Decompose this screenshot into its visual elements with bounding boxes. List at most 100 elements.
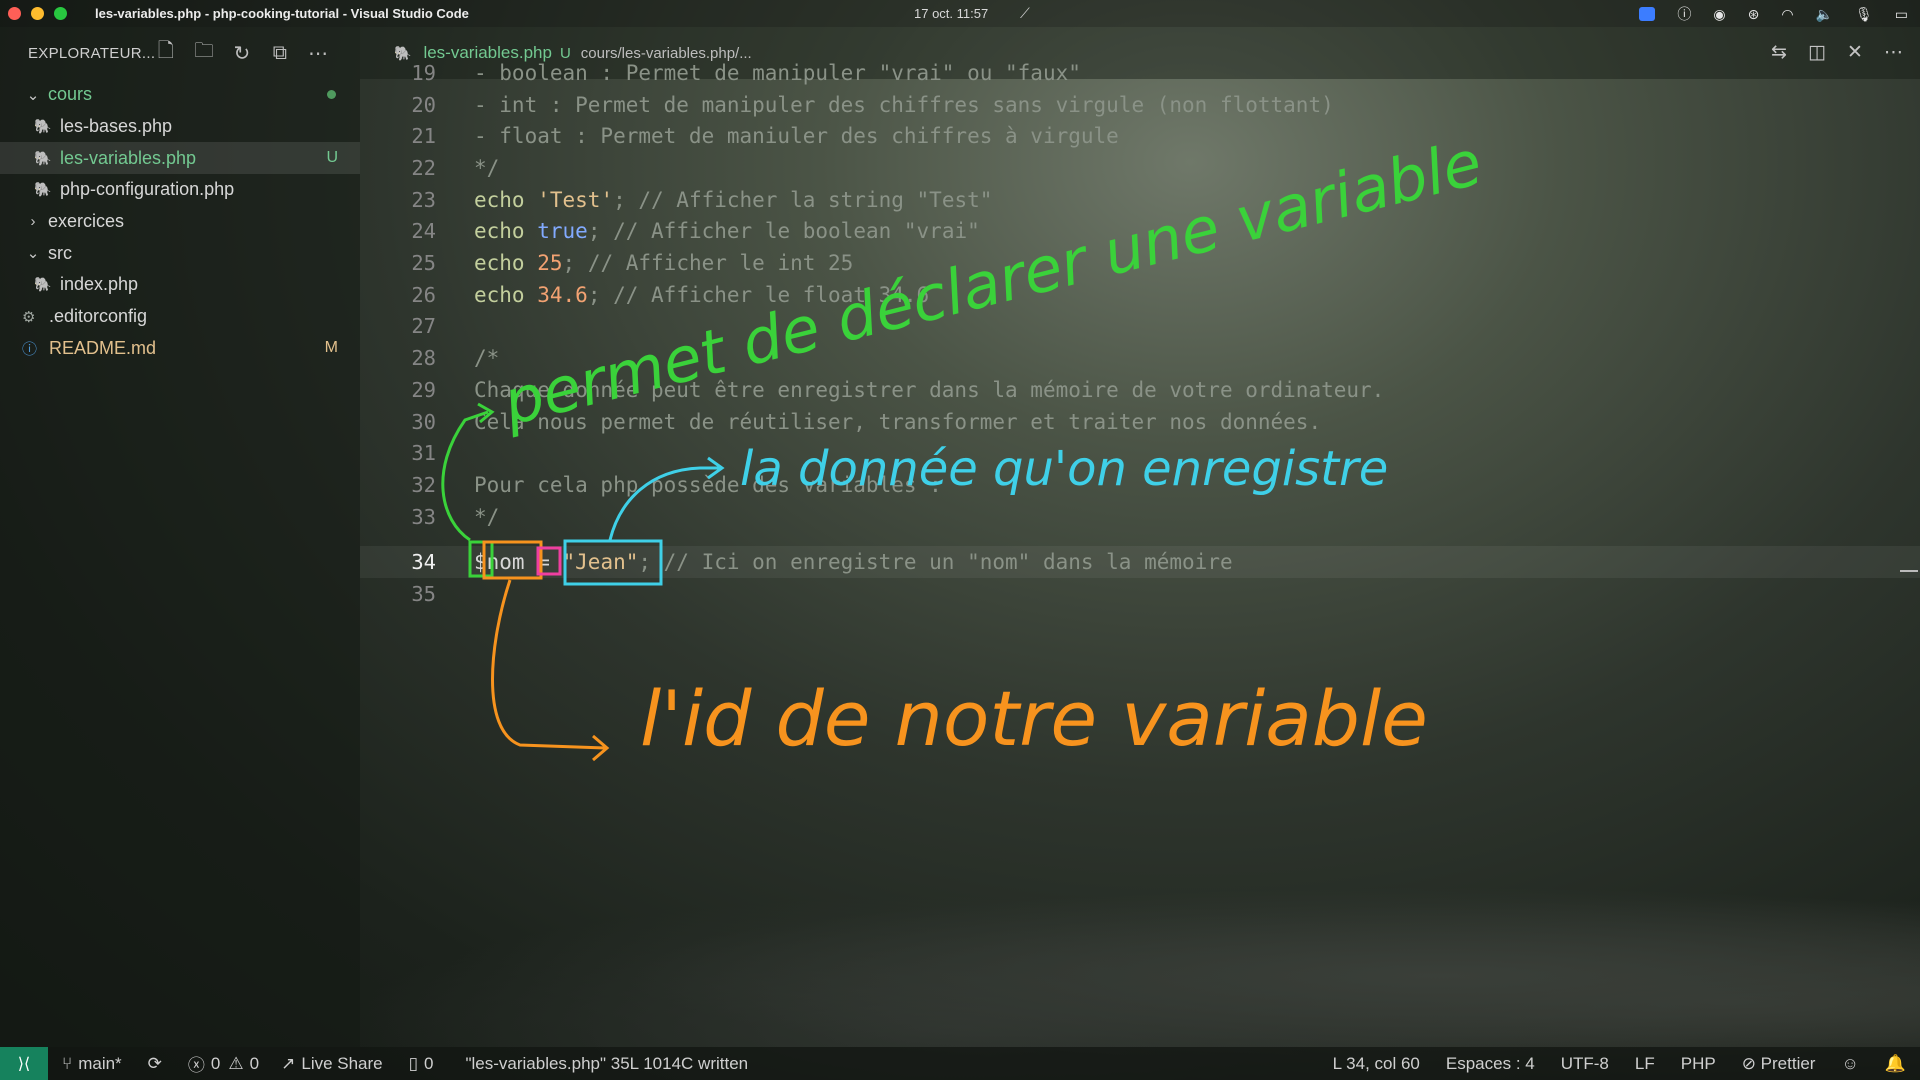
- info-icon[interactable]: ⓘ: [1677, 4, 1691, 24]
- menu-bar: les-variables.php - php-cooking-tutorial…: [0, 0, 1920, 27]
- error-count[interactable]: 0: [211, 1054, 220, 1074]
- split-editor-icon[interactable]: ◫: [1808, 41, 1826, 64]
- zoom-window-button[interactable]: [54, 7, 67, 20]
- open-changes-icon[interactable]: ⇆: [1770, 41, 1788, 64]
- chevron-down-icon: ⌄: [26, 86, 40, 104]
- warning-icon[interactable]: ⚠: [228, 1054, 243, 1074]
- chevron-down-icon: ⌄: [26, 245, 40, 263]
- error-icon[interactable]: ⓧ: [188, 1051, 205, 1076]
- git-branch[interactable]: main*: [78, 1054, 121, 1074]
- tree-file-readme[interactable]: ⓘ README.md M: [0, 333, 360, 365]
- code-line: 29 Chaque donnée peut être enregistrer da…: [360, 374, 1384, 406]
- tree-item-label: src: [48, 242, 72, 263]
- line-number: 28: [411, 346, 436, 371]
- variable-name: $nom: [474, 549, 525, 574]
- status-right: L 34, col 60 Espaces : 4 UTF-8 LF PHP ⊘ …: [1333, 1054, 1906, 1074]
- collapse-all-icon[interactable]: ⧉: [270, 42, 290, 65]
- tab-git-status: U: [559, 44, 571, 62]
- keyword: echo: [474, 251, 525, 276]
- line-number: 25: [411, 251, 436, 276]
- feedback-icon[interactable]: ☺: [1841, 1054, 1858, 1074]
- code-text: */: [474, 504, 500, 529]
- code-line: 27: [360, 311, 436, 343]
- volume-icon[interactable]: 🔈: [1816, 6, 1833, 23]
- code-line: 24 echo true; // Afficher le boolean "vra…: [360, 216, 979, 248]
- code-text: - boolean : Permet de manipuler "vrai" o…: [474, 60, 1081, 85]
- tree-folder-cours[interactable]: ⌄ cours: [0, 79, 360, 111]
- assignment-operator: =: [524, 549, 563, 574]
- line-number: 30: [411, 409, 436, 434]
- number-literal: 34.6: [537, 282, 588, 307]
- tree-item-label: cours: [48, 84, 93, 105]
- indentation-setting[interactable]: Espaces : 4: [1446, 1054, 1535, 1074]
- open-files-count: 0: [424, 1053, 434, 1073]
- sync-icon[interactable]: ⟳: [148, 1054, 162, 1074]
- code-line: 21 - float : Permet de maniuler des chiff…: [360, 120, 1118, 152]
- more-actions-icon[interactable]: ⋯: [1884, 41, 1903, 64]
- file-tree: ⌄ cours 🐘 les-bases.php 🐘 les-variables.…: [0, 79, 360, 364]
- microphone-icon[interactable]: 🎙: [1855, 6, 1873, 23]
- new-folder-icon[interactable]: 🗀: [194, 36, 214, 70]
- warning-count[interactable]: 0: [250, 1054, 259, 1074]
- window-title: les-variables.php - php-cooking-tutorial…: [95, 6, 469, 21]
- new-file-icon[interactable]: 🗋: [156, 36, 176, 70]
- explorer-title: EXPLORATEUR...: [28, 44, 156, 62]
- php-file-icon: 🐘: [34, 181, 52, 198]
- line-number: 24: [411, 219, 436, 244]
- zoom-app-icon[interactable]: [1639, 7, 1656, 21]
- live-share-button[interactable]: Live Share: [301, 1054, 382, 1074]
- info-icon: ⓘ: [22, 340, 38, 358]
- php-file-icon: 🐘: [34, 149, 52, 166]
- notifications-bell-icon[interactable]: 🔔: [1885, 1054, 1906, 1074]
- line-number: 19: [411, 60, 436, 85]
- tree-file-editorconfig[interactable]: ⚙ .editorconfig: [0, 301, 360, 333]
- close-window-button[interactable]: [8, 7, 21, 20]
- screen-record-icon[interactable]: ⊛: [1748, 6, 1760, 23]
- tree-file-index[interactable]: 🐘 index.php: [0, 269, 360, 301]
- tree-item-label: README.md: [49, 337, 157, 358]
- branch-icon: ⑂: [62, 1053, 73, 1073]
- focus-mode-icon[interactable]: ⟋: [1020, 5, 1030, 22]
- git-modified-badge: M: [324, 339, 338, 357]
- minimize-window-button[interactable]: [31, 7, 44, 20]
- prettier-status[interactable]: ⊘ Prettier: [1742, 1054, 1816, 1074]
- live-share-icon[interactable]: ↗: [281, 1054, 295, 1074]
- php-file-icon: 🐘: [34, 118, 52, 135]
- menubar-clock[interactable]: 17 oct. 11:57: [914, 6, 988, 21]
- code-comment: ; // Afficher le float 34.6: [587, 282, 930, 307]
- remote-indicator-icon[interactable]: ⟩⟨: [0, 1047, 48, 1080]
- tree-file-les-bases[interactable]: 🐘 les-bases.php: [0, 111, 360, 143]
- keyword: echo: [474, 187, 525, 212]
- close-icon[interactable]: ✕: [1846, 41, 1864, 64]
- refresh-icon[interactable]: ↻: [232, 41, 252, 66]
- encoding-setting[interactable]: UTF-8: [1561, 1054, 1609, 1074]
- wifi-icon[interactable]: ◠: [1781, 6, 1793, 23]
- code-line: 30 Cela nous permet de réutiliser, transf…: [360, 406, 1321, 438]
- line-number: 33: [411, 504, 436, 529]
- eol-setting[interactable]: LF: [1635, 1054, 1655, 1074]
- explorer-sidebar: EXPLORATEUR... 🗋 🗀 ↻ ⧉ ⋯ ⌄ cours 🐘 les-b…: [0, 27, 360, 1047]
- tree-file-php-configuration[interactable]: 🐘 php-configuration.php: [0, 174, 360, 206]
- control-center-icon[interactable]: ◉: [1713, 6, 1725, 23]
- tree-file-les-variables[interactable]: 🐘 les-variables.php U: [0, 142, 360, 175]
- number-literal: 25: [537, 251, 563, 276]
- line-number: 32: [411, 472, 436, 497]
- window-controls: [0, 7, 67, 20]
- code-line: 28 /*: [360, 342, 499, 374]
- line-number: 21: [411, 124, 436, 149]
- line-number: 34: [411, 549, 436, 574]
- code-comment: ; // Afficher la string "Test": [613, 187, 993, 212]
- code-line: 20 - int : Permet de manipuler des chiffr…: [360, 89, 1333, 121]
- cursor-position[interactable]: L 34, col 60: [1333, 1054, 1420, 1074]
- code-comment: ; // Afficher le int 25: [562, 251, 854, 276]
- language-mode[interactable]: PHP: [1681, 1054, 1716, 1074]
- tree-folder-src[interactable]: ⌄ src: [0, 237, 360, 269]
- tree-item-label: exercices: [48, 211, 125, 232]
- breadcrumb[interactable]: cours/les-variables.php/...: [581, 45, 752, 62]
- code-editor[interactable]: 19 - boolean : Permet de manipuler "vrai"…: [360, 61, 1920, 1047]
- code-comment: ; // Afficher le boolean "vrai": [587, 219, 980, 244]
- more-actions-icon[interactable]: ⋯: [308, 41, 328, 66]
- tree-folder-exercices[interactable]: › exercices: [0, 206, 360, 238]
- php-file-icon: 🐘: [34, 276, 52, 293]
- battery-icon[interactable]: ▭: [1895, 6, 1908, 23]
